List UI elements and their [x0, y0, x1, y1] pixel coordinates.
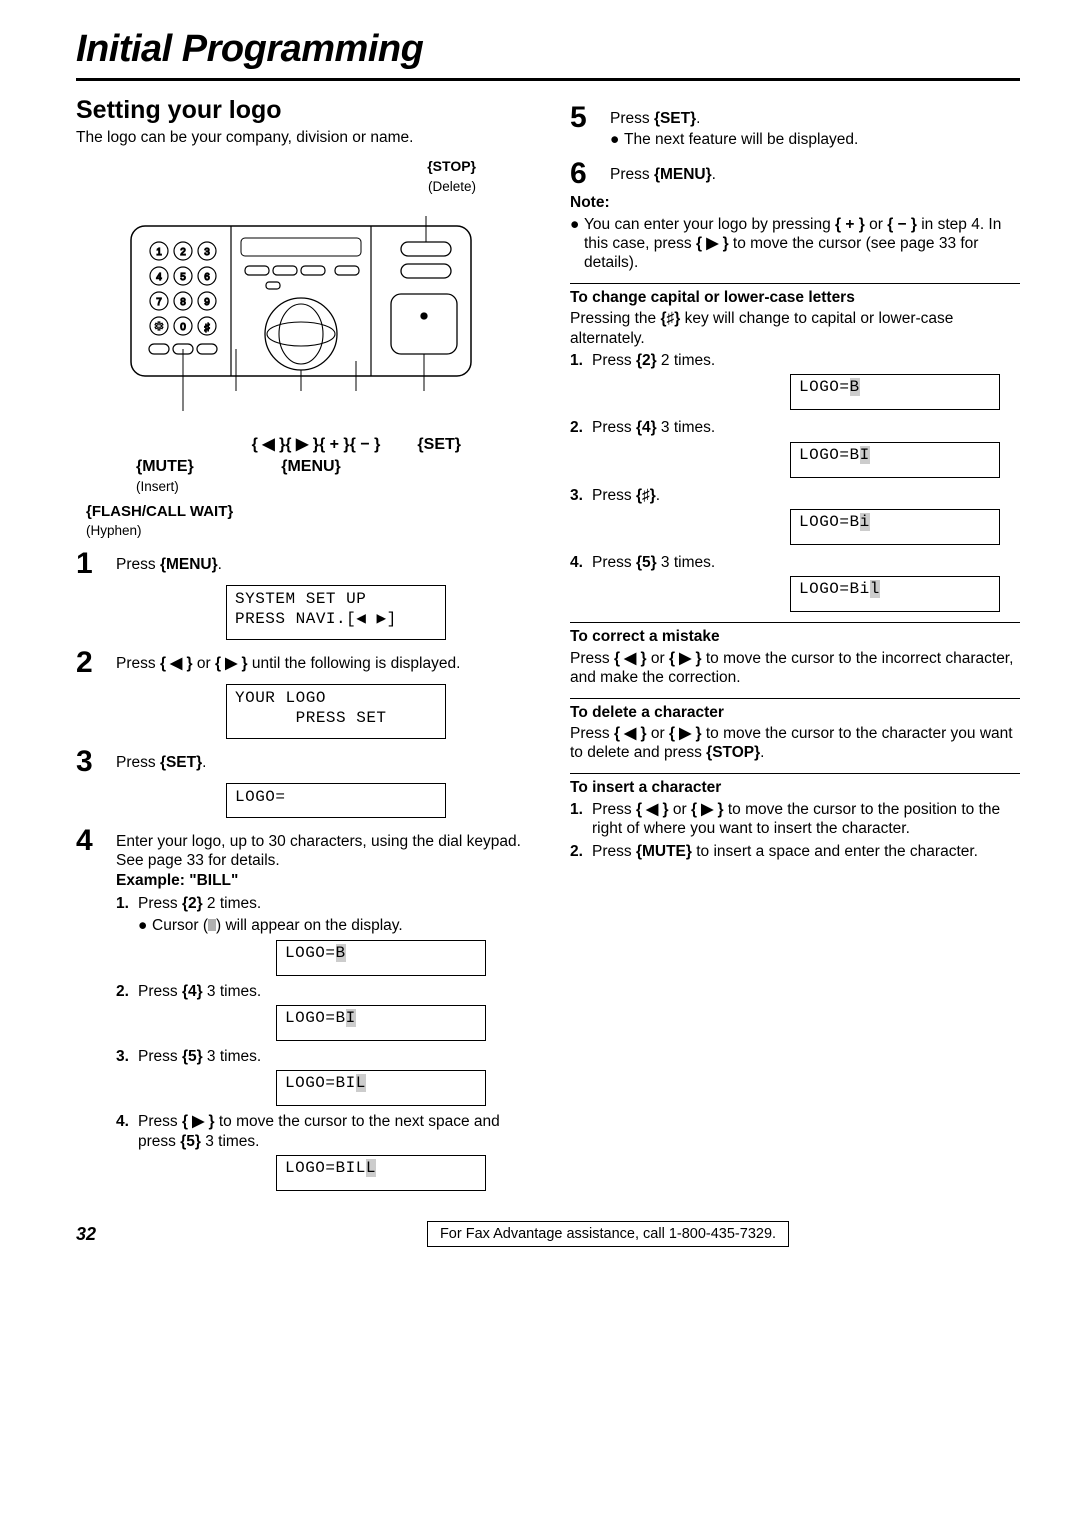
svg-text:0: 0 — [180, 322, 186, 333]
svg-text:4: 4 — [156, 272, 162, 283]
lcd-display: SYSTEM SET UP PRESS NAVI.[◀ ▶] — [226, 585, 446, 640]
lcd-display: LOGO= — [226, 783, 446, 818]
set-callout: {SET} — [391, 435, 461, 455]
svg-text:5: 5 — [180, 272, 186, 283]
list-item: 1. Press {2} 2 times. — [570, 351, 1020, 370]
left-column: Setting your logo The logo can be your c… — [76, 95, 526, 1198]
flash-sub: (Hyphen) — [86, 523, 142, 538]
step-6: 6 Press {MENU}. — [570, 159, 1020, 189]
svg-text:✱: ✱ — [154, 321, 163, 333]
page-footer: 32 For Fax Advantage assistance, call 1-… — [76, 1221, 1020, 1247]
svg-text:6: 6 — [204, 272, 210, 283]
lcd-display: LOGO=BI — [790, 442, 1000, 478]
insert-heading: To insert a character — [570, 778, 1020, 797]
case-intro: Pressing the {♯} key will change to capi… — [570, 309, 1020, 348]
step5-bullet: The next feature will be displayed. — [624, 130, 858, 149]
list-item: 2. Press {4} 3 times. — [570, 418, 1020, 437]
svg-text:♯: ♯ — [204, 322, 210, 334]
page-title: Initial Programming — [76, 26, 1020, 81]
step4-intro: Enter your logo, up to 30 characters, us… — [116, 833, 521, 869]
lcd-display: LOGO=Bil — [790, 576, 1000, 612]
mute-callout: {MUTE} — [136, 458, 194, 475]
right-column: 5 Press {SET}. ● The next feature will b… — [570, 95, 1020, 1198]
lcd-display: YOUR LOGO PRESS SET — [226, 684, 446, 739]
flash-callout: {FLASH/CALL WAIT} — [86, 503, 233, 520]
svg-text:1: 1 — [156, 247, 162, 258]
menu-key: {MENU} — [654, 166, 712, 183]
lcd-display: LOGO=B — [276, 940, 486, 976]
cursor-icon — [208, 919, 216, 931]
list-item: 1. Press { ◀ } or { ▶ } to move the curs… — [570, 800, 1020, 839]
left-arrow-key: { ◀ } — [160, 655, 193, 672]
lcd-display: LOGO=B — [790, 374, 1000, 410]
list-item: 4. Press { ▶ } to move the cursor to the… — [116, 1112, 526, 1151]
svg-text:3: 3 — [204, 247, 210, 258]
step-1: 1 Press {MENU}. — [76, 549, 526, 579]
menu-callout: {MENU} — [246, 457, 376, 497]
list-item: 3. Press {♯}. — [570, 486, 1020, 505]
list-item: 1. Press {2} 2 times. — [116, 894, 526, 913]
device-svg: 1 2 3 4 5 6 7 8 9 ✱ 0 ♯ — [111, 196, 491, 436]
case-heading: To change capital or lower-case letters — [570, 288, 1020, 307]
step-3: 3 Press {SET}. — [76, 747, 526, 777]
hash-key: {♯} — [660, 310, 680, 327]
list-item: 2. Press {4} 3 times. — [116, 982, 526, 1001]
step1-text: Press — [116, 556, 160, 573]
list-item: 3. Press {5} 3 times. — [116, 1047, 526, 1066]
svg-text:9: 9 — [204, 297, 210, 308]
svg-text:7: 7 — [156, 297, 162, 308]
correct-heading: To correct a mistake — [570, 627, 1020, 646]
arrows-callout: { ◀ }{ ▶ }{ + }{ − } — [241, 435, 391, 455]
list-item: 2. Press {MUTE} to insert a space and en… — [570, 842, 1020, 861]
intro-text: The logo can be your company, division o… — [76, 128, 526, 147]
stop-sub: (Delete) — [428, 179, 476, 194]
lcd-display: LOGO=BILL — [276, 1155, 486, 1191]
example-label: Example: "BILL" — [116, 872, 238, 889]
delete-text: Press { ◀ } or { ▶ } to move the cursor … — [570, 724, 1020, 763]
footer-box: For Fax Advantage assistance, call 1-800… — [427, 1221, 789, 1247]
lcd-display: LOGO=Bi — [790, 509, 1000, 545]
set-key: {SET} — [654, 110, 696, 127]
svg-text:2: 2 — [180, 247, 186, 258]
note-text: You can enter your logo by pressing { + … — [584, 215, 1020, 273]
menu-key: {MENU} — [160, 556, 218, 573]
lcd-display: LOGO=BI — [276, 1005, 486, 1041]
step-5: 5 Press {SET}. ● The next feature will b… — [570, 103, 1020, 152]
page-number: 32 — [76, 1223, 196, 1246]
set-key: {SET} — [160, 754, 202, 771]
right-arrow-key: { ▶ } — [215, 655, 248, 672]
list-item: ● Cursor () will appear on the display. — [138, 916, 526, 935]
correct-text: Press { ◀ } or { ▶ } to move the cursor … — [570, 649, 1020, 688]
stop-callout: {STOP} — [427, 158, 476, 174]
note-label: Note: — [570, 193, 1020, 212]
delete-heading: To delete a character — [570, 703, 1020, 722]
svg-text:8: 8 — [180, 297, 186, 308]
lcd-display: LOGO=BIL — [276, 1070, 486, 1106]
list-item: 4. Press {5} 3 times. — [570, 553, 1020, 572]
step-2: 2 Press { ◀ } or { ▶ } until the followi… — [76, 648, 526, 678]
mute-sub: (Insert) — [136, 479, 179, 494]
section-heading: Setting your logo — [76, 95, 526, 126]
step-4: 4 Enter your logo, up to 30 characters, … — [76, 826, 526, 890]
device-diagram: {STOP} (Delete) 1 2 3 4 5 6 7 8 9 ✱ 0 — [76, 157, 526, 541]
